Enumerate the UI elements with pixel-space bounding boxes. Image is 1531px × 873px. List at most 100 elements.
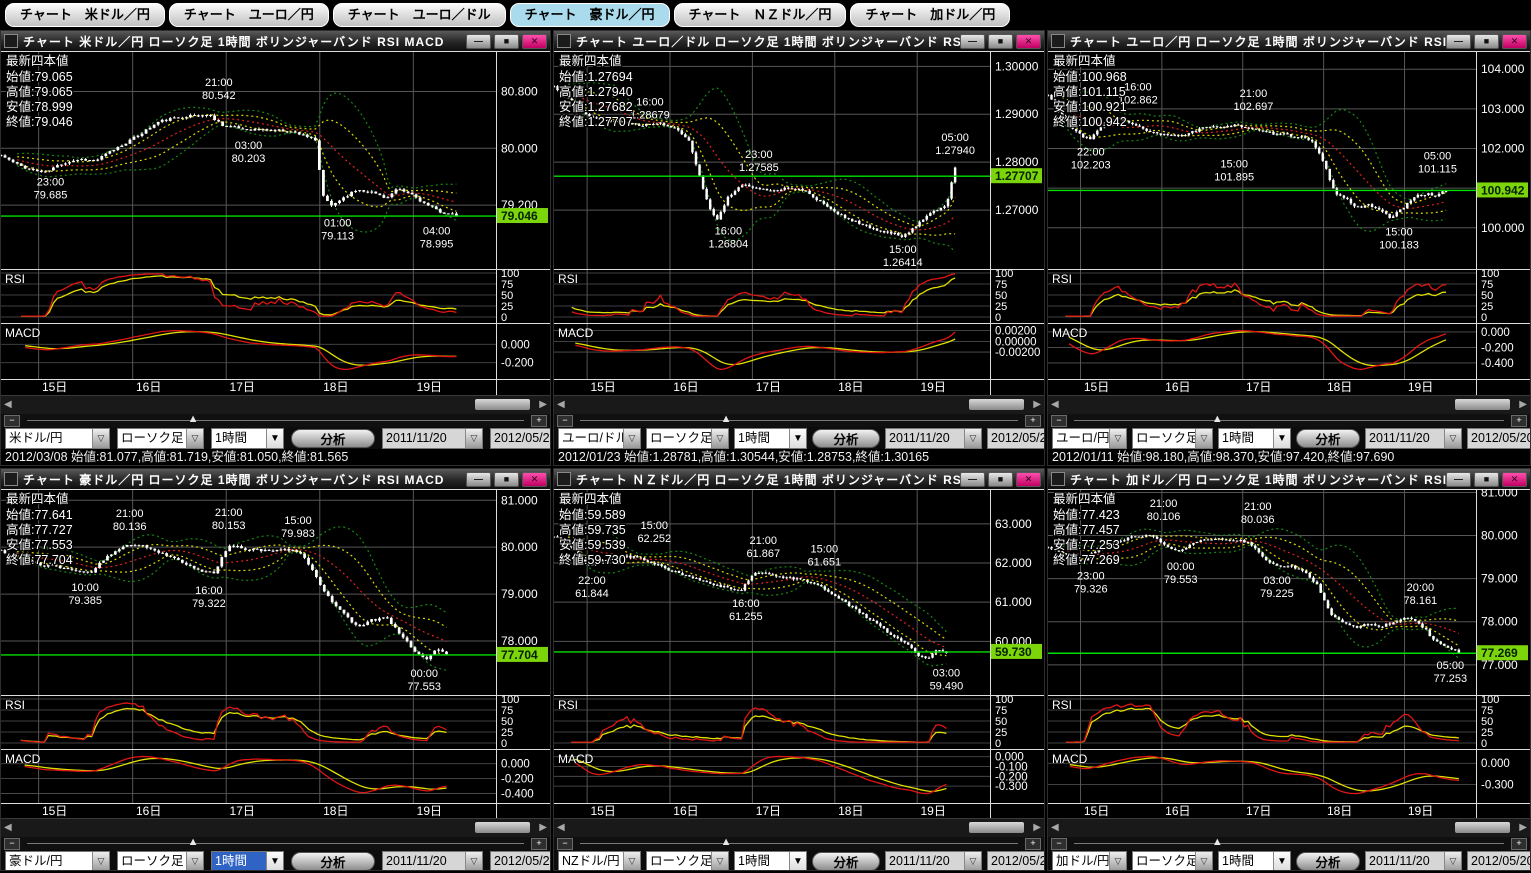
- scroll-left-arrow[interactable]: ◀: [1051, 398, 1059, 411]
- zoom-slider[interactable]: − + ▲: [1048, 414, 1530, 427]
- chart-scrollbar[interactable]: ◀▶: [1, 395, 550, 414]
- zoom-out-button[interactable]: −: [1051, 415, 1067, 427]
- zoom-slider[interactable]: −+▲: [1, 837, 550, 850]
- pair-select[interactable]: NZドル/円▽: [558, 851, 641, 872]
- pair-select-dropdown-icon[interactable]: ▽: [92, 852, 109, 871]
- chart-scrollbar[interactable]: ◀▶: [1048, 395, 1530, 414]
- minimize-button[interactable]: —: [466, 34, 491, 49]
- scroll-left-arrow[interactable]: ◀: [557, 821, 565, 834]
- interval-select[interactable]: 1時間▼: [734, 851, 807, 872]
- pair-select[interactable]: 豪ドル/円▽: [5, 851, 110, 872]
- zoom-out-button[interactable]: −: [4, 838, 20, 850]
- zoom-out-button[interactable]: −: [1051, 838, 1067, 850]
- candle-type-select-dropdown-icon[interactable]: ▽: [1195, 852, 1212, 871]
- zoom-in-button[interactable]: +: [1025, 838, 1041, 850]
- close-button[interactable]: ✕: [522, 472, 547, 487]
- scrollbar-thumb[interactable]: [1455, 822, 1510, 833]
- close-button[interactable]: ✕: [1016, 34, 1041, 49]
- scroll-right-arrow[interactable]: ▶: [1033, 821, 1041, 834]
- zoom-in-button[interactable]: +: [1025, 415, 1041, 427]
- analyze-button[interactable]: 分析: [1296, 852, 1360, 871]
- date-from-select[interactable]: 2011/11/20▽: [382, 428, 483, 449]
- zoom-slider-thumb[interactable]: ▲: [721, 413, 732, 425]
- date-to-select[interactable]: 2012/05/20▽: [490, 851, 551, 872]
- scrollbar-thumb[interactable]: [1455, 399, 1510, 410]
- date-to-select[interactable]: 2012/05/20▽: [1467, 428, 1531, 449]
- scroll-right-arrow[interactable]: ▶: [539, 821, 547, 834]
- date-from-select[interactable]: 2011/11/20▽: [885, 428, 982, 449]
- date-from-select-dropdown-icon[interactable]: ▽: [465, 429, 482, 448]
- candle-type-select[interactable]: ローソク足▽: [646, 428, 729, 449]
- scroll-left-arrow[interactable]: ◀: [557, 398, 565, 411]
- interval-select-dropdown-icon[interactable]: ▼: [1273, 852, 1290, 871]
- chart-tab-4[interactable]: チャート ＮＺドル／円: [674, 3, 847, 27]
- maximize-button[interactable]: ■: [988, 472, 1013, 487]
- zoom-slider-thumb[interactable]: ▲: [721, 836, 732, 848]
- candle-type-select[interactable]: ローソク足▽: [1132, 428, 1213, 449]
- zoom-in-button[interactable]: +: [1511, 838, 1527, 850]
- pair-select[interactable]: 米ドル/円▽: [5, 428, 110, 449]
- zoom-slider-thumb[interactable]: ▲: [188, 836, 199, 848]
- zoom-slider[interactable]: − + ▲: [1, 414, 550, 427]
- close-button[interactable]: ✕: [1016, 472, 1041, 487]
- zoom-in-button[interactable]: +: [1511, 415, 1527, 427]
- pair-select-dropdown-icon[interactable]: ▽: [623, 852, 640, 871]
- zoom-slider-thumb[interactable]: ▲: [1212, 413, 1223, 425]
- zoom-slider-thumb[interactable]: ▲: [188, 413, 199, 425]
- candle-type-select[interactable]: ローソク足▽: [646, 851, 729, 872]
- maximize-button[interactable]: ■: [494, 472, 519, 487]
- interval-select[interactable]: 1時間▼: [1218, 851, 1291, 872]
- zoom-in-button[interactable]: +: [531, 415, 547, 427]
- zoom-slider[interactable]: − + ▲: [1048, 837, 1530, 850]
- date-to-select[interactable]: 2012/05/20▽: [987, 851, 1045, 872]
- chart-tab-1[interactable]: チャート ユーロ／円: [169, 3, 329, 27]
- minimize-button[interactable]: —: [1446, 472, 1471, 487]
- analyze-button[interactable]: 分析: [291, 852, 375, 871]
- pair-select[interactable]: ユーロ/ドル▽: [558, 428, 641, 449]
- chart-tab-0[interactable]: チャート 米ドル／円: [5, 3, 165, 27]
- date-from-select-dropdown-icon[interactable]: ▽: [1444, 852, 1461, 871]
- candle-type-select[interactable]: ローソク足▽: [117, 851, 204, 872]
- analyze-button[interactable]: 分析: [1296, 429, 1360, 448]
- minimize-button[interactable]: —: [960, 34, 985, 49]
- date-from-select[interactable]: 2011/11/20▽: [885, 851, 982, 872]
- maximize-button[interactable]: ■: [494, 34, 519, 49]
- zoom-out-button[interactable]: −: [557, 838, 573, 850]
- maximize-button[interactable]: ■: [1474, 34, 1499, 49]
- zoom-out-button[interactable]: −: [4, 415, 20, 427]
- close-button[interactable]: ✕: [522, 34, 547, 49]
- close-button[interactable]: ✕: [1502, 34, 1527, 49]
- zoom-out-button[interactable]: −: [557, 415, 573, 427]
- chart-scrollbar[interactable]: ◀▶: [554, 395, 1044, 414]
- maximize-button[interactable]: ■: [1474, 472, 1499, 487]
- date-to-select[interactable]: 2012/05/20▽: [490, 428, 551, 449]
- scroll-left-arrow[interactable]: ◀: [4, 821, 12, 834]
- scroll-left-arrow[interactable]: ◀: [1051, 821, 1059, 834]
- chart-tab-5[interactable]: チャート 加ドル／円: [850, 3, 1010, 27]
- date-to-select[interactable]: 2012/05/20▽: [987, 428, 1045, 449]
- interval-select-dropdown-icon[interactable]: ▼: [266, 852, 283, 871]
- interval-select[interactable]: 1時間▼: [734, 428, 807, 449]
- date-from-select[interactable]: 2011/11/20▽: [1365, 851, 1462, 872]
- scroll-right-arrow[interactable]: ▶: [1033, 398, 1041, 411]
- chart-tab-2[interactable]: チャート ユーロ／ドル: [333, 3, 506, 27]
- analyze-button[interactable]: 分析: [812, 429, 880, 448]
- candle-type-select-dropdown-icon[interactable]: ▽: [1195, 429, 1212, 448]
- date-from-select-dropdown-icon[interactable]: ▽: [964, 429, 981, 448]
- scrollbar-thumb[interactable]: [475, 399, 530, 410]
- scroll-right-arrow[interactable]: ▶: [539, 398, 547, 411]
- candle-type-select-dropdown-icon[interactable]: ▽: [711, 852, 728, 871]
- interval-select-dropdown-icon[interactable]: ▼: [1273, 429, 1290, 448]
- chart-scrollbar[interactable]: ◀▶: [1048, 818, 1530, 837]
- candle-type-select-dropdown-icon[interactable]: ▽: [711, 429, 728, 448]
- scroll-right-arrow[interactable]: ▶: [1519, 821, 1527, 834]
- zoom-slider-thumb[interactable]: ▲: [1212, 836, 1223, 848]
- chart-scrollbar[interactable]: ◀▶: [1, 818, 550, 837]
- date-to-select[interactable]: 2012/05/20▽: [1467, 851, 1531, 872]
- maximize-button[interactable]: ■: [988, 34, 1013, 49]
- pair-select-dropdown-icon[interactable]: ▽: [1109, 852, 1126, 871]
- interval-select-dropdown-icon[interactable]: ▼: [789, 852, 806, 871]
- candle-type-select-dropdown-icon[interactable]: ▽: [186, 429, 203, 448]
- interval-select[interactable]: 1時間▼: [211, 851, 284, 872]
- analyze-button[interactable]: 分析: [291, 429, 375, 448]
